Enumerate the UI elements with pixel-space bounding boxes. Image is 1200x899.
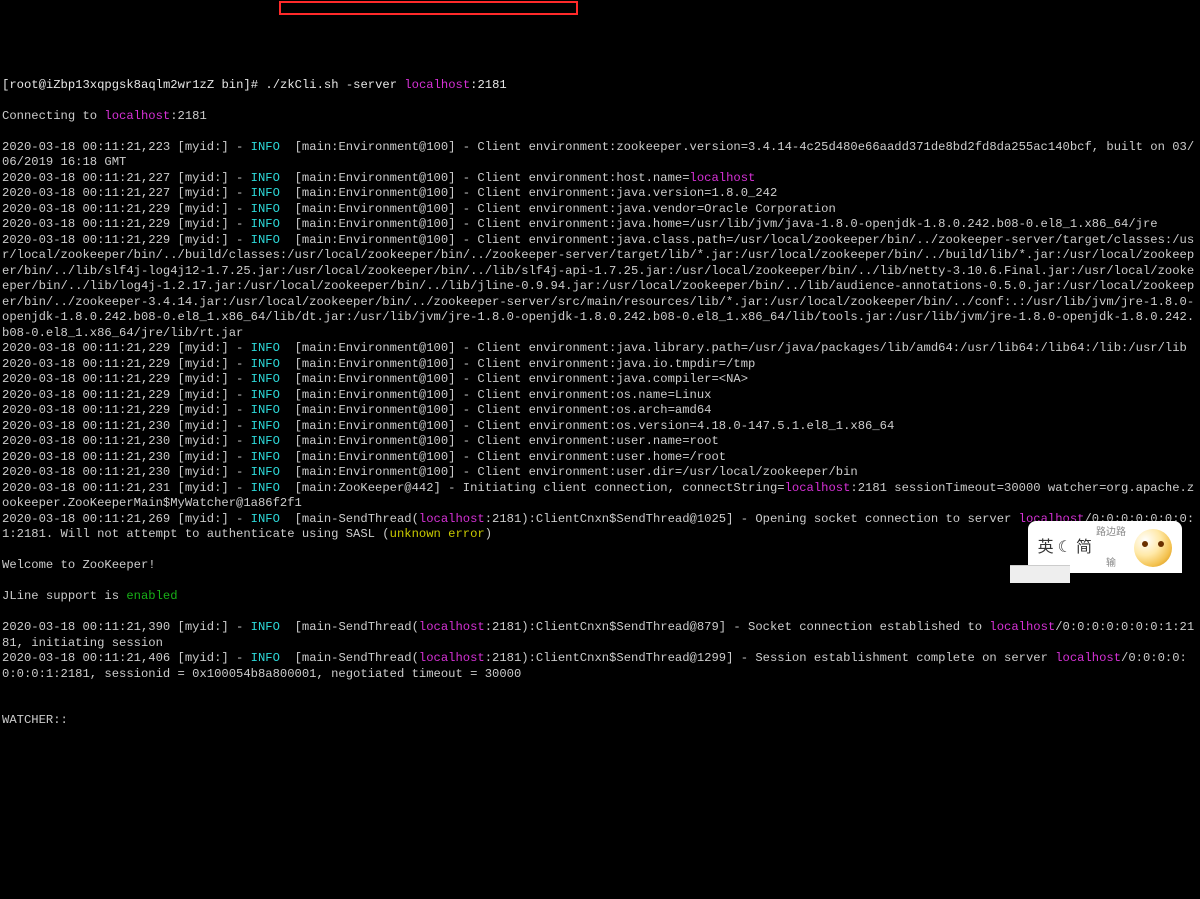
command-highlight-box <box>279 1 578 15</box>
log-line: 2020-03-18 00:11:21,229 [myid:] - INFO [… <box>2 233 1198 342</box>
log-line: 2020-03-18 00:11:21,229 [myid:] - INFO [… <box>2 403 1198 419</box>
jline-line: JLine support is enabled <box>2 589 1198 605</box>
log-line: 2020-03-18 00:11:21,230 [myid:] - INFO [… <box>2 465 1198 481</box>
ime-lang-toggle[interactable]: 英 <box>1038 540 1054 556</box>
terminal[interactable]: [root@iZbp13xqpgsk8aqlm2wr1zZ bin]# ./zk… <box>0 62 1200 744</box>
log-line: 2020-03-18 00:11:21,229 [myid:] - INFO [… <box>2 341 1198 357</box>
log-line: 2020-03-18 00:11:21,390 [myid:] - INFO [… <box>2 620 1198 651</box>
log-line: 2020-03-18 00:11:21,406 [myid:] - INFO [… <box>2 651 1198 682</box>
log-line: 2020-03-18 00:11:21,227 [myid:] - INFO [… <box>2 171 1198 187</box>
command-text: ./zkCli.sh -server <box>265 78 404 92</box>
watcher-label: WATCHER:: <box>2 713 1198 729</box>
ime-label: 路边路输 <box>1096 525 1126 572</box>
ime-moon-icon[interactable]: ☾ <box>1058 540 1072 556</box>
log-line: 2020-03-18 00:11:21,229 [myid:] - INFO [… <box>2 217 1198 233</box>
ime-mascot-icon[interactable] <box>1134 529 1172 567</box>
log-line: 2020-03-18 00:11:21,269 [myid:] - INFO [… <box>2 512 1198 543</box>
log-line: 2020-03-18 00:11:21,229 [myid:] - INFO [… <box>2 357 1198 373</box>
log-line: 2020-03-18 00:11:21,229 [myid:] - INFO [… <box>2 388 1198 404</box>
log-line: 2020-03-18 00:11:21,230 [myid:] - INFO [… <box>2 450 1198 466</box>
log-line: 2020-03-18 00:11:21,223 [myid:] - INFO [… <box>2 140 1198 171</box>
log-output: 2020-03-18 00:11:21,223 [myid:] - INFO [… <box>2 140 1198 543</box>
log-line: 2020-03-18 00:11:21,230 [myid:] - INFO [… <box>2 434 1198 450</box>
log-line: 2020-03-18 00:11:21,229 [myid:] - INFO [… <box>2 202 1198 218</box>
ime-simp-toggle[interactable]: 简 <box>1076 540 1092 556</box>
log-line: 2020-03-18 00:11:21,227 [myid:] - INFO [… <box>2 186 1198 202</box>
log-line: 2020-03-18 00:11:21,229 [myid:] - INFO [… <box>2 372 1198 388</box>
taskbar-fragment <box>1010 565 1070 583</box>
log-line: 2020-03-18 00:11:21,231 [myid:] - INFO [… <box>2 481 1198 512</box>
log-output-tail: 2020-03-18 00:11:21,390 [myid:] - INFO [… <box>2 620 1198 682</box>
shell-prompt: [root@iZbp13xqpgsk8aqlm2wr1zZ bin]# ./zk… <box>2 78 1198 94</box>
connecting-line: Connecting to localhost:2181 <box>2 109 1198 125</box>
log-line: 2020-03-18 00:11:21,230 [myid:] - INFO [… <box>2 419 1198 435</box>
